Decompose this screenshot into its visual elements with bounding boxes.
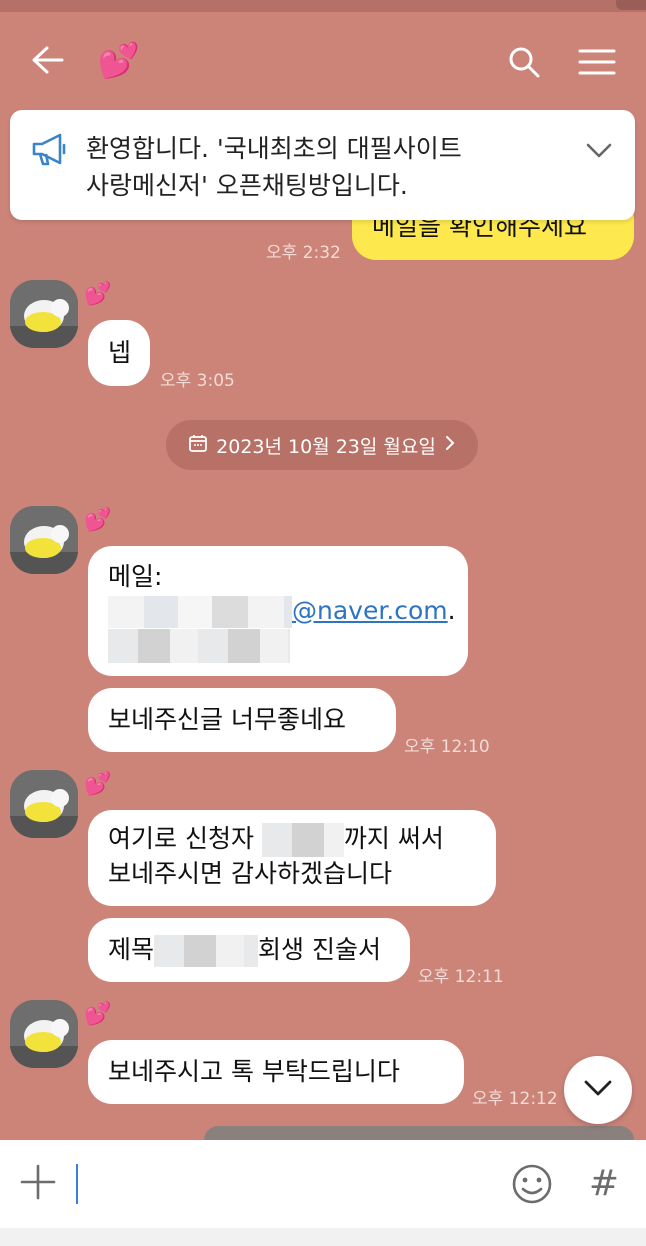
chevron-right-icon <box>444 434 456 456</box>
message-text: 메일: <box>108 562 163 591</box>
system-nav-bar <box>0 1228 646 1246</box>
chevron-down-icon[interactable] <box>585 138 613 162</box>
search-icon[interactable] <box>498 40 550 84</box>
message-text: 넵 <box>108 338 132 367</box>
message-text: 여기로 신청자 <box>108 824 262 853</box>
message-time: 오후 12:10 <box>404 737 490 757</box>
message-bubble[interactable]: 보네주신글 너무좋네요 <box>88 688 396 752</box>
redacted-block <box>154 935 259 967</box>
email-link[interactable]: @naver.com <box>292 596 448 625</box>
message-time: 오후 3:05 <box>160 371 235 391</box>
status-bar <box>0 0 646 12</box>
message-input-bar: # <box>0 1140 646 1228</box>
chat-header: 💕 <box>0 12 646 107</box>
notice-banner[interactable]: 환영합니다. '국내최초의 대필사이트 사랑메신저' 오픈채팅방입니다. <box>10 110 635 220</box>
sender-name-heart-icon: 💕 <box>84 508 112 533</box>
notice-text: 환영합니다. '국내최초의 대필사이트 사랑메신저' 오픈채팅방입니다. <box>86 134 462 200</box>
megaphone-icon <box>30 132 70 166</box>
message-time: 오후 2:32 <box>266 243 341 263</box>
redacted-block <box>108 596 292 628</box>
message-time: 오후 12:12 <box>472 1089 558 1109</box>
sender-avatar[interactable] <box>10 280 78 348</box>
emoji-icon[interactable] <box>510 1162 554 1206</box>
sender-name-heart-icon: 💕 <box>84 1002 112 1027</box>
message-bubble[interactable]: 보네주시고 톡 부탁드립니다 <box>88 1040 464 1104</box>
redacted-block <box>108 629 290 663</box>
message-time: 오후 12:11 <box>418 967 504 987</box>
scroll-to-bottom-button[interactable] <box>564 1056 632 1124</box>
message-text: 보네주시면 감사하겠습니다 <box>108 859 392 888</box>
message-bubble[interactable]: 넵 <box>88 320 150 386</box>
date-separator[interactable]: 2023년 10월 23일 월요일 <box>166 420 478 470</box>
back-arrow-icon[interactable] <box>20 40 76 80</box>
sender-avatar[interactable] <box>10 1000 78 1068</box>
message-bubble[interactable]: 메일: @naver.com. <box>88 546 468 676</box>
chevron-down-icon <box>583 1078 613 1102</box>
sender-name-heart-icon: 💕 <box>84 772 112 797</box>
sender-name-heart-icon: 💕 <box>84 282 112 307</box>
message-input[interactable] <box>76 1164 78 1204</box>
message-text: 보네주신글 너무좋네요 <box>108 705 346 734</box>
message-text: 제목 <box>108 935 155 964</box>
calendar-icon <box>188 433 208 458</box>
message-text: 보네주시고 톡 부탁드립니다 <box>108 1057 400 1086</box>
menu-icon[interactable] <box>572 40 622 84</box>
sender-avatar[interactable] <box>10 770 78 838</box>
plus-icon[interactable] <box>18 1162 58 1202</box>
hashtag-search-button[interactable]: # <box>584 1158 624 1208</box>
redacted-block <box>261 823 344 857</box>
room-title-heart-icon: 💕 <box>97 41 141 81</box>
date-text: 2023년 10월 23일 월요일 <box>216 435 436 458</box>
message-bubble[interactable]: 여기로 신청자 까지 써서 보네주시면 감사하겠습니다 <box>88 810 496 906</box>
sender-avatar[interactable] <box>10 506 78 574</box>
message-bubble[interactable]: 제목 회생 진술서 <box>88 918 410 982</box>
